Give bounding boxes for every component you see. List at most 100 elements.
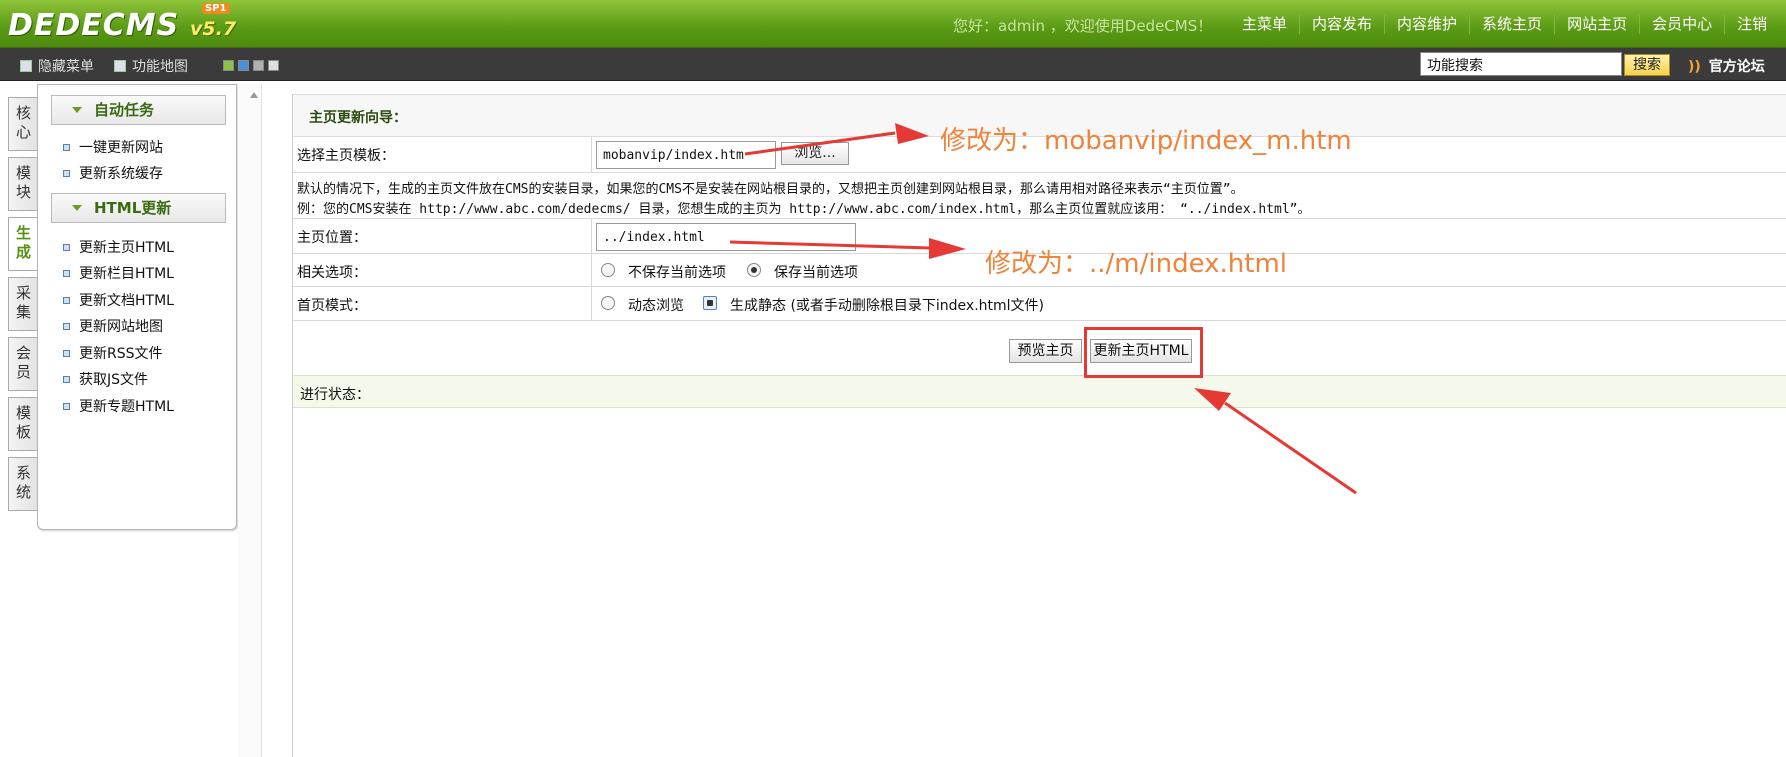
radio-no-save-label: 不保存当前选项 [628, 265, 726, 281]
radio-no-save[interactable] [601, 263, 615, 277]
nav-main-menu[interactable]: 主菜单 [1230, 14, 1299, 34]
function-search-input[interactable]: 功能搜索 [1420, 52, 1622, 76]
bullet-icon [63, 402, 70, 410]
menu-item-label: 更新网站地图 [79, 319, 163, 335]
tab-system[interactable]: 系统 [8, 457, 38, 511]
template-label: 选择主页模板： [297, 148, 395, 164]
annotation-template: 修改为：mobanvip/index_m.htm [940, 126, 1352, 156]
tab-generate[interactable]: 生成 [8, 217, 38, 271]
left-category-tabs: 核心 模块 生成 采集 会员 模板 系统 [8, 97, 38, 517]
bullet-icon [63, 349, 70, 357]
menu-item-update-column-html[interactable]: 更新栏目HTML [63, 263, 174, 283]
hide-menu-icon [20, 60, 32, 72]
status-row: 进行状态： [293, 375, 1786, 408]
frame-splitter[interactable] [238, 84, 262, 757]
skin-swatch-blue[interactable] [238, 60, 249, 71]
position-input[interactable]: ../index.html [596, 223, 856, 251]
note-line-2: 例：您的CMS安装在 http://www.abc.com/dedecms/ 目… [297, 202, 1311, 217]
radio-static-label: 生成静态 (或者手动删除根目录下index.html文件) [730, 298, 1045, 314]
main-content: 主页更新向导： 选择主页模板： mobanvip/index.htm 浏览...… [292, 94, 1786, 757]
nav-system-home[interactable]: 系统主页 [1469, 14, 1554, 34]
grid-map-icon [114, 60, 126, 72]
template-input[interactable]: mobanvip/index.htm [596, 141, 776, 169]
mode-row: 首页模式： 动态浏览 生成静态 (或者手动删除根目录下index.html文件) [293, 287, 1786, 321]
browse-button[interactable]: 浏览... [781, 142, 849, 165]
bullet-icon [63, 169, 70, 177]
menu-item-update-topic-html[interactable]: 更新专题HTML [63, 396, 174, 416]
forum-label: 官方论坛 [1708, 59, 1765, 75]
options-label: 相关选项： [297, 265, 367, 281]
menu-item-update-cache[interactable]: 更新系统缓存 [63, 163, 163, 183]
menu-item-get-js[interactable]: 获取JS文件 [63, 369, 148, 389]
side-menu-panel: 自动任务 一键更新网站 更新系统缓存 HTML更新 更新主页HTML 更新栏目H… [37, 84, 237, 530]
skin-swatch-gray[interactable] [253, 60, 264, 71]
hide-menu-button[interactable]: 隐藏菜单 [20, 56, 94, 76]
nav-publish[interactable]: 内容发布 [1299, 14, 1384, 34]
bullet-icon [63, 269, 70, 277]
tab-collect[interactable]: 采集 [8, 277, 38, 331]
collapse-arrow-icon [72, 205, 82, 211]
menu-item-label: 一键更新网站 [79, 140, 163, 156]
skin-swatch-light[interactable] [268, 60, 279, 71]
logo: DEDECMS [8, 8, 180, 43]
search-button[interactable]: 搜索 [1624, 54, 1670, 76]
bullet-icon [63, 296, 70, 304]
tab-modules[interactable]: 模块 [8, 157, 38, 211]
menu-group-title: 自动任务 [94, 101, 155, 119]
menu-item-update-sitemap[interactable]: 更新网站地图 [63, 316, 163, 336]
hide-menu-label: 隐藏菜单 [38, 59, 94, 75]
menu-item-update-rss[interactable]: 更新RSS文件 [63, 343, 163, 363]
menu-item-label: 更新文档HTML [79, 293, 174, 309]
collapse-arrow-icon [72, 107, 82, 113]
menu-item-label: 更新栏目HTML [79, 266, 174, 282]
skin-swatches [223, 60, 283, 71]
status-label: 进行状态： [300, 387, 370, 403]
nav-maintain[interactable]: 内容维护 [1384, 14, 1469, 34]
top-header: DEDECMS SP1 v5.7 您好：admin ，欢迎使用DedeCMS！ … [0, 0, 1786, 48]
nav-member-center[interactable]: 会员中心 [1639, 14, 1724, 34]
radio-dynamic[interactable] [601, 296, 615, 310]
menu-item-label: 更新专题HTML [79, 399, 174, 415]
mode-label: 首页模式： [297, 298, 367, 314]
menu-item-update-home-html[interactable]: 更新主页HTML [63, 237, 174, 257]
scroll-up-arrow-icon[interactable] [250, 92, 258, 98]
highlight-box [1084, 327, 1203, 378]
tab-templates[interactable]: 模板 [8, 397, 38, 451]
menu-group-title: HTML更新 [94, 199, 172, 217]
radio-static[interactable] [703, 296, 717, 310]
position-label: 主页位置： [297, 230, 367, 246]
menu-item-label: 更新RSS文件 [79, 346, 163, 362]
rss-icon: )) [1688, 59, 1701, 75]
bullet-icon [63, 375, 70, 383]
menu-group-auto-tasks[interactable]: 自动任务 [51, 95, 226, 125]
menu-item-update-doc-html[interactable]: 更新文档HTML [63, 290, 174, 310]
annotation-position: 修改为：../m/index.html [985, 249, 1287, 279]
bullet-icon [63, 322, 70, 330]
nav-logout[interactable]: 注销 [1724, 14, 1779, 34]
menu-item-label: 更新系统缓存 [79, 166, 163, 182]
logo-badge: SP1 [202, 3, 230, 14]
menu-item-one-click-update[interactable]: 一键更新网站 [63, 137, 163, 157]
menu-item-label: 更新主页HTML [79, 240, 174, 256]
column-divider [591, 254, 592, 286]
column-divider [591, 137, 592, 172]
preview-home-button[interactable]: 预览主页 [1009, 339, 1082, 363]
function-map-button[interactable]: 功能地图 [114, 56, 188, 76]
forum-link[interactable]: )) 官方论坛 [1688, 56, 1765, 76]
radio-dynamic-label: 动态浏览 [628, 298, 684, 314]
nav-site-home[interactable]: 网站主页 [1554, 14, 1639, 34]
radio-save[interactable] [747, 263, 761, 277]
function-map-label: 功能地图 [132, 59, 188, 75]
skin-swatch-green[interactable] [223, 60, 234, 71]
bullet-icon [63, 143, 70, 151]
menu-item-label: 获取JS文件 [79, 372, 149, 388]
tab-members[interactable]: 会员 [8, 337, 38, 391]
bullet-icon [63, 243, 70, 251]
tab-core[interactable]: 核心 [8, 97, 38, 151]
column-divider [591, 287, 592, 320]
dedecms-admin-window: DEDECMS SP1 v5.7 您好：admin ，欢迎使用DedeCMS！ … [0, 0, 1786, 757]
logo-version: v5.7 [190, 18, 237, 40]
greeting-text: 您好：admin ，欢迎使用DedeCMS！ [953, 17, 1213, 35]
menu-group-html-update[interactable]: HTML更新 [51, 193, 226, 223]
column-divider [591, 219, 592, 253]
